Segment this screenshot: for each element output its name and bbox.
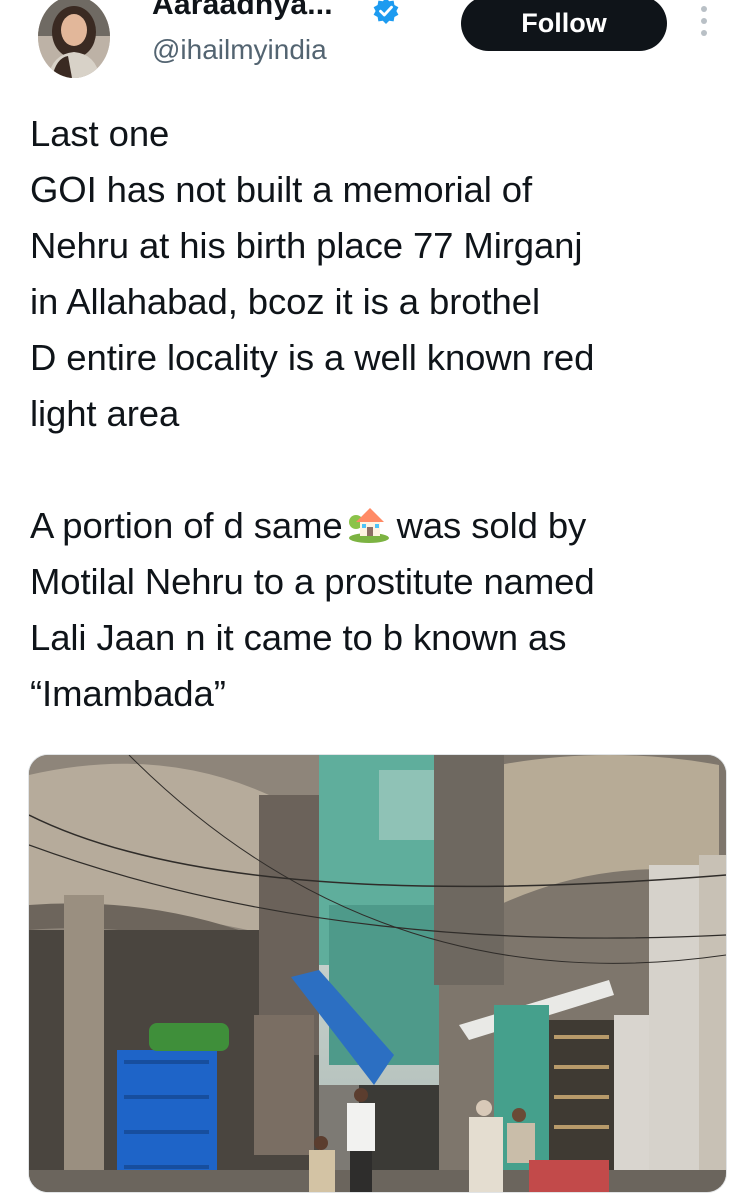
tweet-text-segment: A portion of d same — [30, 505, 343, 546]
avatar[interactable] — [38, 0, 110, 78]
follow-button[interactable]: Follow — [461, 0, 667, 51]
tweet-line: GOI has not built a memorial of — [30, 169, 533, 210]
tweet-line: light area — [30, 393, 180, 434]
tweet-line: D entire locality is a well known red — [30, 337, 595, 378]
tweet-line: Nehru at his birth place 77 Mirganj — [30, 225, 583, 266]
house-with-garden-emoji — [347, 500, 391, 544]
tweet-line: Motilal Nehru to a prostitute named — [30, 561, 595, 602]
tweet-line: “Imambada” — [30, 673, 226, 714]
tweet-photo[interactable] — [28, 754, 727, 1193]
tweet-text: Last one GOI has not built a memorial of… — [30, 106, 740, 722]
tweet-line: Last one — [30, 113, 170, 154]
tweet-text-segment: was sold by — [396, 505, 587, 546]
tweet-line: Lali Jaan n it came to b known as — [30, 617, 567, 658]
more-vertical-icon[interactable] — [694, 6, 714, 40]
display-name[interactable]: Aaraadhya... — [152, 0, 333, 22]
tweet-header: Aaraadhya... @ihailmyindia Follow — [0, 0, 753, 95]
verified-badge-icon — [372, 0, 400, 25]
tweet-line: A portion of d same was sold by — [30, 498, 740, 554]
tweet-line: in Allahabad, bcoz it is a brothel — [30, 281, 540, 322]
author-handle[interactable]: @ihailmyindia — [152, 34, 327, 66]
